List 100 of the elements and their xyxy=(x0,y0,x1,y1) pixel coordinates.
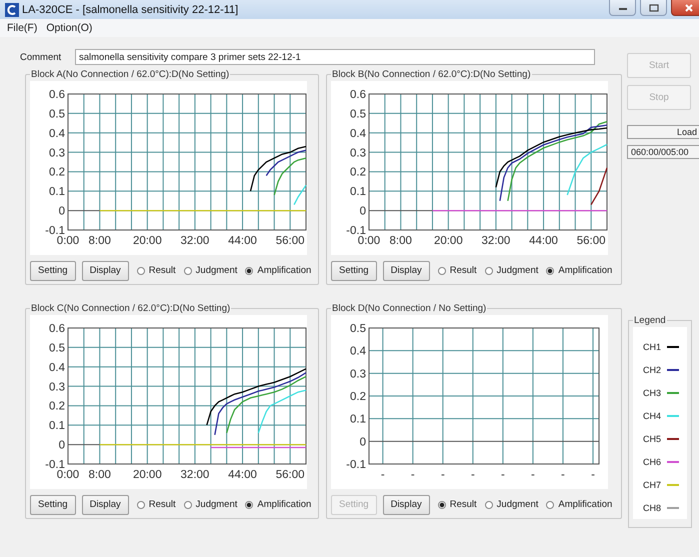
x-tick-label: 44:00 xyxy=(228,469,257,481)
legend-label: CH8 xyxy=(643,502,662,512)
view-radio[interactable]: Amplification xyxy=(546,265,612,276)
x-tick-label: - xyxy=(591,469,595,481)
maximize-icon xyxy=(648,4,658,12)
time-field: 060:00/005:00 xyxy=(627,145,699,159)
view-radio[interactable]: Amplification xyxy=(546,499,612,510)
block-title: Block C(No Connection / 62.0°C):D(No Setting) xyxy=(30,303,232,314)
y-tick-label: 0.1 xyxy=(49,420,65,432)
y-tick-label: -0.1 xyxy=(45,459,65,471)
x-tick-label: 8:00 xyxy=(390,235,412,247)
block-title: Block D(No Connection / No Setting) xyxy=(331,303,488,314)
x-tick-label: - xyxy=(561,469,565,481)
legend-label: CH2 xyxy=(643,364,662,374)
y-tick-label: 0.1 xyxy=(49,186,65,198)
x-tick-label: 0:00 xyxy=(358,235,380,247)
y-tick-label: 0.3 xyxy=(49,147,65,160)
x-tick-label: 20:00 xyxy=(434,235,463,247)
x-tick-label: - xyxy=(531,469,535,481)
minimize-button[interactable] xyxy=(609,0,636,16)
x-tick-label: 0:00 xyxy=(56,235,80,247)
block-button[interactable]: Display xyxy=(82,260,129,280)
y-tick-label: 0.2 xyxy=(350,391,366,403)
x-tick-label: 32:00 xyxy=(180,235,210,247)
block-button[interactable]: Display xyxy=(382,494,430,514)
x-tick-label: - xyxy=(470,469,475,481)
x-tick-label: - xyxy=(380,469,385,481)
legend-label: CH6 xyxy=(643,456,662,466)
view-radio[interactable]: Judgment xyxy=(184,265,238,276)
y-tick-label: 0.1 xyxy=(350,414,366,426)
y-tick-label: 0.5 xyxy=(49,342,65,354)
app-logo-icon xyxy=(5,2,19,16)
block-button[interactable]: Setting xyxy=(30,260,76,280)
y-tick-label: 0.5 xyxy=(350,323,366,335)
view-radio[interactable]: Amplification xyxy=(245,499,312,510)
y-tick-label: 0.2 xyxy=(49,400,65,413)
legend-label: CH1 xyxy=(643,342,662,352)
y-tick-label: 0.4 xyxy=(49,128,65,140)
x-tick-label: 32:00 xyxy=(180,469,210,481)
view-radio[interactable]: Result xyxy=(136,499,176,510)
y-tick-label: 0.3 xyxy=(350,368,366,380)
legend-label: CH7 xyxy=(643,480,662,490)
comment-label: Comment xyxy=(20,52,62,62)
close-icon xyxy=(684,2,694,12)
block-button[interactable]: Display xyxy=(382,260,430,280)
legend-label: CH3 xyxy=(643,388,662,398)
y-tick-label: 0.6 xyxy=(49,323,65,335)
y-tick-label: -0.1 xyxy=(346,225,366,237)
y-tick-label: 0.4 xyxy=(350,346,366,358)
block-title: Block B(No Connection / 62.0°C):D(No Setting) xyxy=(331,69,532,80)
x-tick-label: 32:00 xyxy=(482,235,510,247)
view-radio[interactable]: Judgment xyxy=(484,265,538,276)
y-tick-label: 0 xyxy=(360,206,366,218)
y-tick-label: 0.4 xyxy=(350,128,366,140)
window-title: LA-320CE - [salmonella sensitivity 22-12-11] xyxy=(22,4,240,16)
y-tick-label: 0 xyxy=(58,206,65,218)
y-tick-label: 0.3 xyxy=(49,381,65,394)
block-button[interactable]: Setting xyxy=(331,260,377,280)
y-tick-label: 0.3 xyxy=(350,147,366,160)
maximize-button[interactable] xyxy=(640,0,667,16)
x-tick-label: 0:00 xyxy=(56,469,80,481)
legend-label: CH5 xyxy=(643,434,662,444)
close-button[interactable] xyxy=(671,0,699,16)
x-tick-label: 44:00 xyxy=(529,235,558,247)
x-tick-label: 44:00 xyxy=(228,235,257,247)
y-tick-label: -0.1 xyxy=(346,459,366,471)
view-radio[interactable]: Result xyxy=(438,499,477,510)
view-radio[interactable]: Result xyxy=(136,265,176,276)
legend-label: CH4 xyxy=(643,410,662,420)
block-title: Block A(No Connection / 62.0°C):D(No Setting) xyxy=(30,69,230,80)
x-tick-label: 20:00 xyxy=(132,469,162,481)
block-button[interactable]: Setting xyxy=(30,494,76,514)
view-radio[interactable]: Result xyxy=(438,265,477,276)
y-tick-label: 0.5 xyxy=(49,108,65,120)
x-tick-label: 56:00 xyxy=(276,469,305,481)
x-tick-label: - xyxy=(501,469,505,481)
y-tick-label: 0.6 xyxy=(350,89,366,101)
x-tick-label: - xyxy=(440,469,445,481)
comment-field[interactable]: salmonella sensitivity compare 3 primer sets 22-12-1 xyxy=(75,49,595,65)
y-tick-label: 0 xyxy=(360,436,366,448)
view-radio[interactable]: Amplification xyxy=(245,265,312,276)
x-tick-label: 56:00 xyxy=(576,235,606,247)
status-field: Load xyxy=(627,125,699,139)
y-tick-label: 0 xyxy=(58,440,65,452)
y-tick-label: -0.1 xyxy=(45,225,65,237)
menu-item[interactable]: Option(O) xyxy=(46,22,92,34)
x-tick-label: 8:00 xyxy=(88,469,111,481)
y-tick-label: 0.1 xyxy=(350,186,366,198)
view-radio[interactable]: Judgment xyxy=(184,499,238,510)
y-tick-label: 0.2 xyxy=(49,166,65,179)
y-tick-label: 0.4 xyxy=(49,362,65,374)
view-radio[interactable]: Judgment xyxy=(484,499,538,510)
menu-item[interactable]: File(F) xyxy=(7,22,38,34)
block-button[interactable]: Display xyxy=(82,494,129,514)
legend-title: Legend xyxy=(633,315,667,326)
y-tick-label: 0.6 xyxy=(49,89,65,101)
x-tick-label: - xyxy=(410,469,415,481)
x-tick-label: 20:00 xyxy=(132,235,162,247)
x-tick-label: 56:00 xyxy=(276,235,305,247)
y-tick-label: 0.5 xyxy=(350,108,366,120)
